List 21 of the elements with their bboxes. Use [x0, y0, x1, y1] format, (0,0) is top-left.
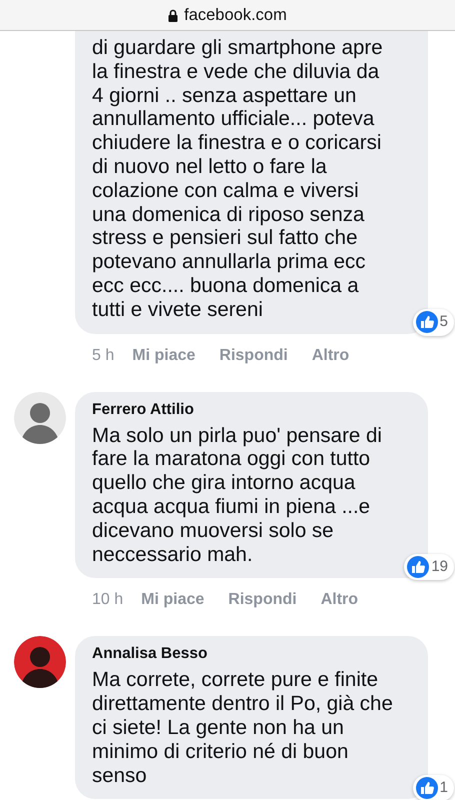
- comment-text: Ma correte, correte pure e finite direttamente dentro il Po, già che ci siete! La gente non ha un minimo di criterio né di buon senso: [92, 668, 394, 788]
- comment-text: Ma solo un pirla puo' pensare di fare la maratona oggi con tutto quello che gira intorno acqua acqua acqua fiumi in piena ...e dicevano muoversi solo se neccessario mah.: [92, 424, 383, 566]
- reaction-count[interactable]: 1: [412, 774, 454, 800]
- more-link[interactable]: Altro: [320, 588, 358, 636]
- url-text[interactable]: facebook.com: [184, 2, 287, 28]
- like-link[interactable]: Mi piace: [132, 344, 196, 392]
- timestamp: 10 h: [92, 590, 124, 610]
- reply-link[interactable]: Rispondi: [228, 588, 297, 636]
- like-icon: [407, 556, 430, 578]
- comment-text: di guardare gli smartphone apre la finestra e vede che diluvia da 4 giorni .. senza aspettare un annullamento ufficiale... poteva chiudere la finestra e o coricarsi di nuovo nel letto o fare la colazione con calma e viversi una domenica di riposo senza stress e pensieri sul fatto che potevano annullarla prima ecc ecc ecc.... buona domenica a tutti e vivete sereni: [92, 36, 384, 322]
- lock-icon: [168, 8, 178, 22]
- like-icon: [416, 311, 438, 334]
- more-link[interactable]: Altro: [312, 344, 350, 392]
- like-link[interactable]: Mi piace: [141, 588, 204, 636]
- reaction-count[interactable]: 19: [404, 554, 454, 580]
- reply-link[interactable]: Rispondi: [219, 344, 288, 392]
- author-name[interactable]: Annalisa Besso: [92, 644, 418, 664]
- author-name[interactable]: Ferrero Attilio: [92, 400, 418, 420]
- like-icon: [416, 777, 438, 800]
- timestamp: 5 h: [92, 346, 114, 366]
- reaction-count[interactable]: 5: [412, 309, 454, 336]
